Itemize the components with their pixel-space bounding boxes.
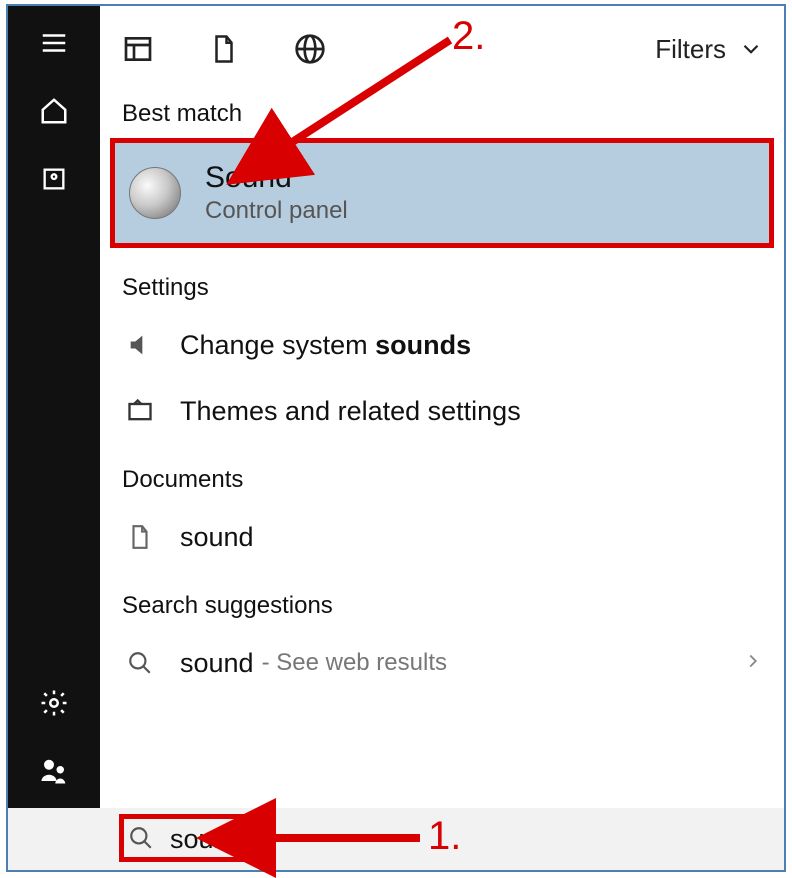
scope-row: Filters [100, 6, 784, 92]
start-sidebar [8, 6, 100, 808]
volume-icon [122, 327, 158, 363]
documents-scope-icon[interactable] [206, 31, 242, 67]
filters-dropdown[interactable]: Filters [655, 34, 764, 65]
section-documents: Documents [100, 458, 784, 504]
hamburger-icon[interactable] [37, 26, 71, 60]
search-results-panel: Filters Best match Sound Control panel S… [100, 6, 784, 808]
filters-label: Filters [655, 34, 726, 65]
chevron-right-icon [742, 648, 764, 679]
document-result[interactable]: sound [100, 504, 784, 570]
section-suggestions: Search suggestions [100, 584, 784, 630]
apps-scope-icon[interactable] [120, 31, 156, 67]
settings-gear-icon[interactable] [37, 686, 71, 720]
search-icon [128, 825, 156, 853]
settings-result[interactable]: Themes and related settings [100, 378, 784, 444]
best-match-title: Sound [205, 161, 348, 195]
search-bar[interactable] [8, 808, 784, 870]
best-match-subtitle: Control panel [205, 197, 348, 225]
themes-icon [122, 393, 158, 429]
search-icon [122, 645, 158, 681]
speaker-icon [129, 167, 181, 219]
web-suggestion[interactable]: sound - See web results [100, 630, 784, 696]
settings-result[interactable]: Change system sounds [100, 312, 784, 378]
photo-icon[interactable] [37, 162, 71, 196]
best-match-result[interactable]: Sound Control panel [110, 138, 774, 248]
document-icon [122, 519, 158, 555]
section-settings: Settings [100, 266, 784, 312]
feedback-icon[interactable] [37, 754, 71, 788]
web-scope-icon[interactable] [292, 31, 328, 67]
chevron-down-icon [738, 36, 764, 62]
section-best-match: Best match [100, 92, 784, 138]
home-icon[interactable] [37, 94, 71, 128]
